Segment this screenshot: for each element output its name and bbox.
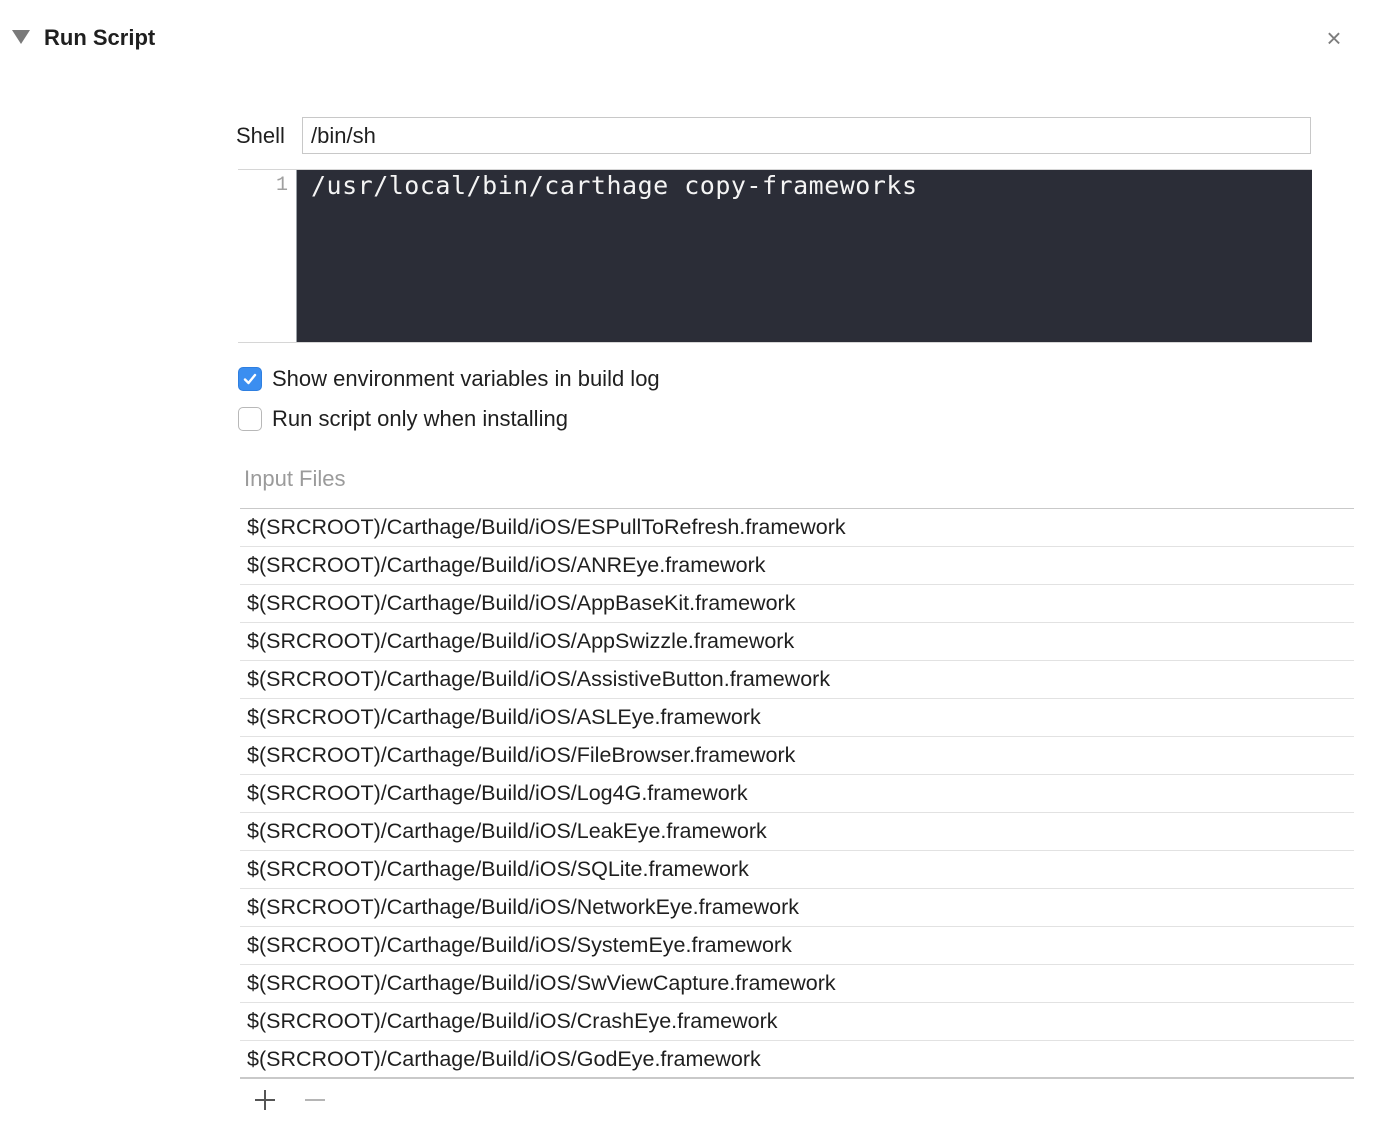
plus-icon <box>255 1090 275 1110</box>
list-item[interactable]: $(SRCROOT)/Carthage/Build/iOS/AssistiveB… <box>240 661 1354 699</box>
disclosure-triangle-icon[interactable] <box>12 30 30 44</box>
script-code-area[interactable]: /usr/local/bin/carthage copy-frameworks <box>296 170 1312 342</box>
list-item[interactable]: $(SRCROOT)/Carthage/Build/iOS/CrashEye.f… <box>240 1003 1354 1041</box>
list-item[interactable]: $(SRCROOT)/Carthage/Build/iOS/FileBrowse… <box>240 737 1354 775</box>
input-files-label: Input Files <box>244 466 346 491</box>
script-code-line[interactable]: /usr/local/bin/carthage copy-frameworks <box>311 171 918 200</box>
list-item[interactable]: $(SRCROOT)/Carthage/Build/iOS/ASLEye.fra… <box>240 699 1354 737</box>
install-only-option[interactable]: Run script only when installing <box>238 406 568 432</box>
list-item[interactable]: $(SRCROOT)/Carthage/Build/iOS/AppBaseKit… <box>240 585 1354 623</box>
list-item[interactable]: $(SRCROOT)/Carthage/Build/iOS/SwViewCapt… <box>240 965 1354 1003</box>
shell-label: Shell <box>236 123 285 148</box>
run-script-phase: Run Script × Shell 1 /usr/local/bin/cart… <box>0 0 1380 1130</box>
install-only-checkbox[interactable] <box>238 407 262 431</box>
install-only-label[interactable]: Run script only when installing <box>272 406 568 432</box>
close-button[interactable]: × <box>1320 24 1348 52</box>
list-item[interactable]: $(SRCROOT)/Carthage/Build/iOS/Log4G.fram… <box>240 775 1354 813</box>
show-env-label[interactable]: Show environment variables in build log <box>272 366 660 392</box>
checkmark-icon <box>243 373 257 385</box>
show-env-checkbox[interactable] <box>238 367 262 391</box>
line-number: 1 <box>275 174 288 197</box>
list-item[interactable]: $(SRCROOT)/Carthage/Build/iOS/LeakEye.fr… <box>240 813 1354 851</box>
list-item[interactable]: $(SRCROOT)/Carthage/Build/iOS/AppSwizzle… <box>240 623 1354 661</box>
list-edge <box>1332 1080 1354 1082</box>
script-editor: 1 /usr/local/bin/carthage copy-framework… <box>238 169 1312 343</box>
input-files-list: $(SRCROOT)/Carthage/Build/iOS/ESPullToRe… <box>240 508 1354 1079</box>
input-files-toolbar <box>248 1086 348 1114</box>
remove-file-button[interactable] <box>298 1086 332 1114</box>
list-item[interactable]: $(SRCROOT)/Carthage/Build/iOS/ANREye.fra… <box>240 547 1354 585</box>
list-item[interactable]: $(SRCROOT)/Carthage/Build/iOS/NetworkEye… <box>240 889 1354 927</box>
list-item[interactable]: $(SRCROOT)/Carthage/Build/iOS/GodEye.fra… <box>240 1041 1354 1079</box>
line-number-gutter: 1 <box>238 170 296 342</box>
list-item[interactable]: $(SRCROOT)/Carthage/Build/iOS/SystemEye.… <box>240 927 1354 965</box>
phase-title: Run Script <box>44 25 156 50</box>
minus-icon <box>305 1099 325 1101</box>
shell-input[interactable] <box>302 117 1311 154</box>
list-item[interactable]: $(SRCROOT)/Carthage/Build/iOS/SQLite.fra… <box>240 851 1354 889</box>
add-file-button[interactable] <box>248 1086 282 1114</box>
list-item[interactable]: $(SRCROOT)/Carthage/Build/iOS/ESPullToRe… <box>240 509 1354 547</box>
show-env-option[interactable]: Show environment variables in build log <box>238 366 660 392</box>
